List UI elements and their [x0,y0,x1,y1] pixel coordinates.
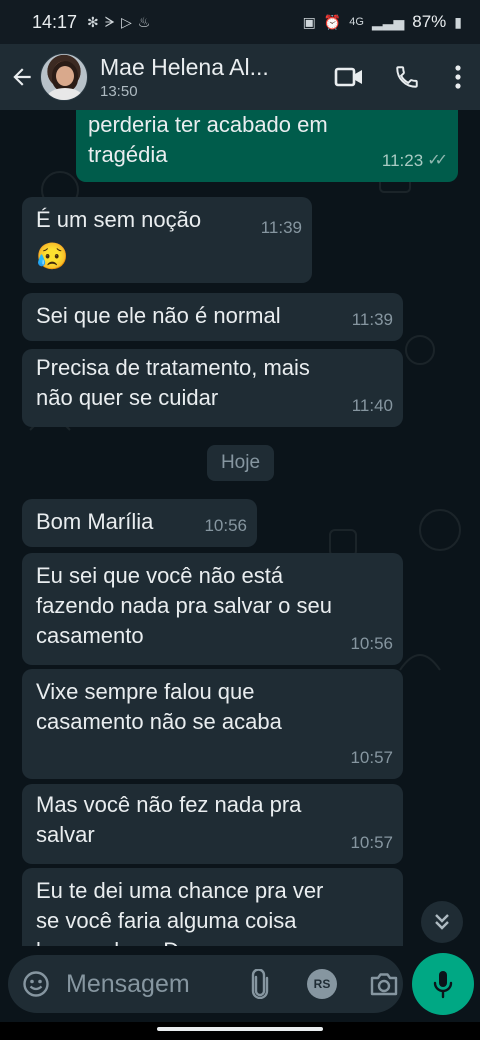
message-meta: 11:23 ✓✓ [382,146,448,176]
chat-area[interactable]: perderia ter acabado em tragédia 11:23 ✓✓ … [0,110,480,946]
camera-icon [370,973,398,996]
status-bar: 14:17 ✻ ᗒ ▷ ♨ ▣ ⏰ 4G ▂▃▅ 87% ▮ [0,0,480,44]
last-seen: 13:50 [100,83,138,100]
attach-button[interactable] [236,964,284,1004]
message-bubble-incoming[interactable]: Bom Marília 10:56 [22,499,257,547]
message-text: Mas você não fez nada pra salvar [36,792,302,847]
video-call-button[interactable] [320,52,378,102]
back-button[interactable] [6,57,38,97]
message-text: Eu te dei uma chance pra ver se você fari… [36,878,324,946]
double-check-icon: ✓✓ [427,152,448,169]
home-gesture-handle[interactable] [157,1027,323,1031]
message-text: Sei que ele não é normal [36,303,281,328]
scroll-to-bottom-button[interactable] [421,901,463,943]
message-bubble-incoming[interactable]: É um sem noção 😥 11:39 [22,197,312,283]
microphone-icon [433,971,453,999]
message-bubble-incoming[interactable]: Vixe sempre falou que casamento não se ac… [22,669,403,779]
contact-info[interactable]: Mae Helena Al... 13:50 [100,54,269,100]
message-bubble-outgoing[interactable]: perderia ter acabado em tragédia 11:23 ✓✓ [76,110,458,182]
network-type: 4G [349,16,364,28]
play-store-icon: ▷ [120,13,132,30]
message-time: 11:39 [351,310,393,329]
system-nav-bar [0,1022,480,1040]
message-time: 11:39 [260,218,302,237]
chat-header: Mae Helena Al... 13:50 [0,44,480,110]
voice-call-button[interactable] [378,52,436,102]
real-currency-icon: RS [307,969,337,999]
alarm-icon: ⏰ [323,13,342,30]
more-vertical-icon [455,65,461,89]
notification-icons: ✻ ᗒ ▷ ♨ [87,14,150,31]
status-time: 14:17 [32,11,78,32]
sad-face-emoji: 😥 [36,241,69,271]
smiley-icon [23,971,49,997]
message-text: Precisa de tratamento, mais não quer se c… [36,355,310,410]
contact-name: Mae Helena Al... [100,54,269,80]
arrow-left-icon [13,68,31,86]
message-bubble-incoming[interactable]: Eu sei que você não está fazendo nada pra… [22,553,403,665]
message-time: 11:40 [351,396,393,415]
signal-icon: ▂▃▅ [371,13,405,30]
notification-icon: ♨ [137,13,151,30]
avatar[interactable] [40,53,88,101]
emoji-button[interactable] [22,970,50,998]
battery-icon: ▮ [454,13,462,30]
message-input-container: RS [8,955,403,1013]
payment-button[interactable]: RS [298,964,346,1004]
message-time: 10:57 [350,748,393,767]
double-chevron-down-icon [435,914,449,930]
message-bubble-incoming[interactable]: Sei que ele não é normal 11:39 [22,293,403,341]
app-icon: ᗒ [104,13,115,30]
voice-message-button[interactable] [412,953,474,1015]
paperclip-icon [251,969,269,999]
message-time: 10:56 [350,634,393,653]
message-time: 10:57 [350,833,393,852]
date-separator: Hoje [207,445,274,481]
message-input[interactable] [66,969,236,999]
message-text: Eu sei que você não está fazendo nada pra… [36,563,332,648]
message-text: Vixe sempre falou que casamento não se ac… [36,679,282,734]
camera-button[interactable] [360,964,408,1004]
message-composer: RS [0,946,480,1022]
more-options-button[interactable] [436,52,480,102]
sim-icon: ▣ [302,13,316,30]
battery-level: 87% [412,12,447,31]
message-bubble-incoming[interactable]: Mas você não fez nada pra salvar 10:57 [22,784,403,864]
message-bubble-incoming[interactable]: Eu te dei uma chance pra ver se você fari… [22,868,403,946]
fan-icon: ✻ [87,13,99,30]
phone-icon [396,66,418,88]
message-bubble-incoming[interactable]: Precisa de tratamento, mais não quer se c… [22,349,403,427]
video-camera-icon [334,67,362,87]
message-time: 10:56 [204,516,247,535]
